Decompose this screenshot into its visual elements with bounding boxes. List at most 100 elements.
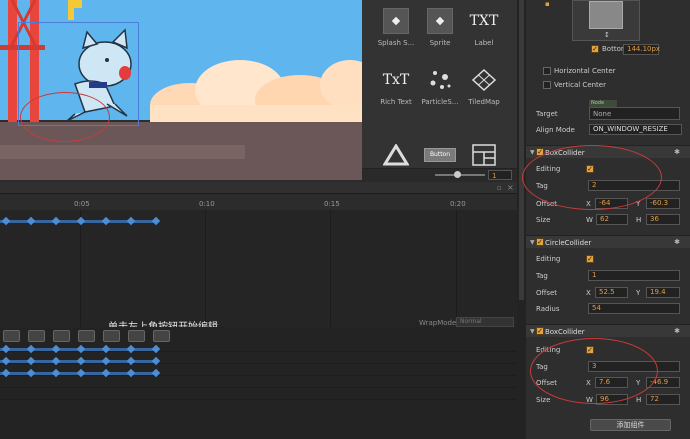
horizontal-center-checkbox[interactable] — [543, 67, 551, 75]
offset-row: Offset X 52.5 Y 19.4 — [526, 286, 690, 300]
editor-window: Splash S... Sprite TXT Label TxT Rich Te… — [0, 0, 690, 439]
box-collider-2-enabled[interactable]: ✓ — [536, 327, 544, 335]
palette-item-rich-text[interactable]: TxT Rich Text — [371, 67, 421, 106]
align-mode-label: Align Mode — [536, 126, 575, 134]
target-label: Target — [536, 110, 558, 118]
circle-collider-enabled[interactable]: ✓ — [536, 238, 544, 246]
frame-thumb-icon[interactable] — [28, 330, 45, 342]
grid-line — [205, 210, 206, 330]
timeline-options-icon[interactable]: ▫ — [497, 184, 502, 192]
clouds-graphic — [150, 60, 362, 125]
target-field[interactable]: None — [589, 107, 680, 120]
ruler-tick: 0:10 — [199, 200, 215, 208]
vertical-center-checkbox[interactable] — [543, 81, 551, 89]
gear-icon[interactable]: ✱ — [674, 327, 680, 335]
inspector-panel: ↕ ▪ ✓ Bottom 144.10px Horizontal Center … — [522, 0, 690, 439]
h-label: H — [636, 216, 642, 224]
timeline-tracks — [0, 327, 517, 439]
size-label: Size — [536, 396, 551, 404]
frame-thumb-icon[interactable] — [153, 330, 170, 342]
sprite-icon — [427, 8, 453, 34]
align-mode-select[interactable]: ON_WINDOW_RESIZE — [589, 124, 682, 135]
tag-row: Tag 1 — [526, 269, 690, 283]
keyframe[interactable] — [151, 216, 161, 226]
palette-item-tiledmap[interactable]: TiledMap — [459, 67, 509, 106]
radius-label: Radius — [536, 305, 560, 313]
size-h-field[interactable]: 72 — [646, 394, 680, 405]
collapse-triangle-icon[interactable]: ▼ — [530, 149, 535, 156]
offset-y-field[interactable]: -60.3 — [646, 198, 680, 209]
grid-line — [330, 210, 331, 330]
tag-field[interactable]: 1 — [588, 270, 680, 281]
collapse-triangle-icon[interactable]: ▼ — [530, 328, 535, 335]
keyframe[interactable] — [76, 216, 86, 226]
annotation-circle — [530, 338, 658, 404]
particle-system-icon — [415, 67, 465, 93]
editing-checkbox[interactable]: ✓ — [586, 255, 594, 263]
size-w-field[interactable]: 62 — [596, 214, 628, 225]
ruler-tick: 0:15 — [324, 200, 340, 208]
frame-thumb-icon[interactable] — [128, 330, 145, 342]
section-box-collider-2[interactable]: ▼ ✓ BoxCollider ✱ — [526, 324, 690, 337]
top-checkbox-icon[interactable]: ▪ — [545, 0, 550, 8]
track-row — [0, 389, 517, 400]
h-label: H — [636, 396, 642, 404]
timeline-header: ▫ × — [0, 182, 517, 194]
zoom-input[interactable]: 1 — [488, 170, 512, 180]
widget-preview-node — [589, 1, 623, 29]
keyframe[interactable] — [51, 216, 61, 226]
frame-thumb-icon[interactable] — [78, 330, 95, 342]
frame-thumb-icon[interactable] — [53, 330, 70, 342]
layout-icon — [472, 144, 496, 166]
size-h-field[interactable]: 36 — [646, 214, 680, 225]
keyframe[interactable] — [26, 216, 36, 226]
widget-palette: Splash S... Sprite TXT Label TxT Rich Te… — [362, 0, 517, 181]
grid-line — [80, 210, 81, 330]
bottom-checkbox[interactable]: ✓ — [591, 45, 599, 53]
section-circle-collider[interactable]: ▼ ✓ CircleCollider ✱ — [526, 235, 690, 248]
palette-item-triangle[interactable] — [371, 143, 421, 168]
splash-sprite-icon — [383, 8, 409, 34]
tiledmap-icon — [459, 67, 509, 93]
scene-ground-ledge — [0, 145, 245, 159]
button-icon: Button — [424, 148, 456, 162]
track-row — [0, 377, 517, 388]
frame-thumb-icon[interactable] — [103, 330, 120, 342]
label-icon: TXT — [469, 13, 499, 29]
bottom-arrow-icon: ↕ — [604, 31, 610, 39]
size-label: Size — [536, 216, 551, 224]
radius-field[interactable]: 54 — [588, 303, 680, 314]
ruler-tick: 0:20 — [450, 200, 466, 208]
keyframe[interactable] — [1, 216, 11, 226]
section-title: CircleCollider — [545, 239, 592, 247]
palette-item-button[interactable]: Button — [415, 148, 465, 162]
scene-view[interactable] — [0, 0, 362, 181]
palette-item-particle-system[interactable]: ParticleS... — [415, 67, 465, 106]
offset-x-field[interactable]: 52.5 — [595, 287, 628, 298]
size-row: Size W 62 H 36 — [526, 213, 690, 227]
timeline-close-icon[interactable]: × — [507, 183, 514, 192]
offset-y-field[interactable]: 19.4 — [646, 287, 680, 298]
add-component-button[interactable]: 添加组件 — [590, 419, 671, 431]
bottom-field[interactable]: 144.10px — [623, 44, 660, 55]
gear-icon[interactable]: ✱ — [674, 238, 680, 246]
editing-label: Editing — [536, 255, 561, 263]
rich-text-icon: TxT — [382, 72, 410, 88]
zoom-slider-handle[interactable] — [454, 171, 461, 178]
grid-line — [456, 210, 457, 330]
keyframe[interactable] — [101, 216, 111, 226]
palette-item-splash-sprite[interactable]: Splash S... — [371, 8, 421, 47]
gear-icon[interactable]: ✱ — [674, 148, 680, 156]
timeline-ruler[interactable]: 0:05 0:10 0:15 0:20 — [0, 194, 517, 210]
collapse-triangle-icon[interactable]: ▼ — [530, 239, 535, 246]
scrollbar-thumb[interactable] — [519, 0, 524, 300]
palette-item-label[interactable]: TXT Label — [459, 8, 509, 47]
palette-item-sprite[interactable]: Sprite — [415, 8, 465, 47]
animation-timeline: ▫ × 0:05 0:10 0:15 0:20 单击左上角按钮开始编辑 Wrap… — [0, 182, 517, 439]
palette-item-layout[interactable] — [459, 144, 509, 168]
wrapmode-select[interactable]: Normal — [456, 317, 514, 327]
x-label: X — [586, 289, 591, 297]
keyframe[interactable] — [126, 216, 136, 226]
offset-label: Offset — [536, 289, 558, 297]
frame-thumb-icon[interactable] — [3, 330, 20, 342]
